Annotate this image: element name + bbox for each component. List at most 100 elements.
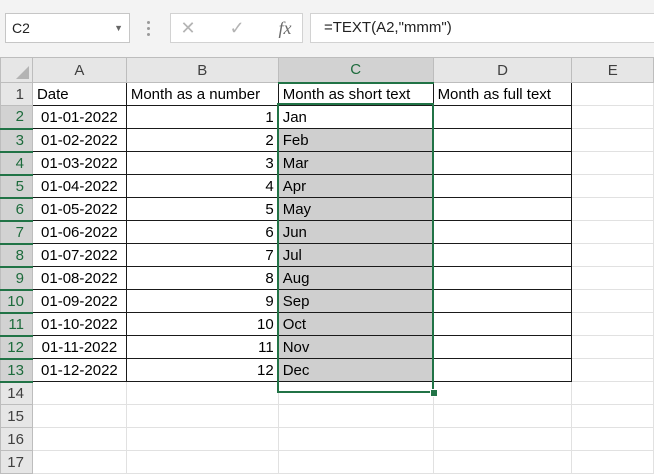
row-header[interactable]: 17 — [0, 450, 33, 474]
row-header[interactable]: 10 — [0, 289, 33, 314]
cell[interactable] — [432, 381, 573, 405]
row-header[interactable]: 5 — [0, 174, 33, 199]
date-cell[interactable]: 01-01-2022 — [31, 105, 127, 129]
name-box-dropdown-icon[interactable]: ▼ — [114, 14, 123, 42]
column-header-b[interactable]: B — [125, 57, 279, 83]
full-text-cell[interactable] — [432, 197, 573, 221]
date-cell[interactable]: 01-11-2022 — [31, 335, 127, 359]
cell[interactable] — [31, 404, 127, 428]
cell[interactable] — [571, 312, 654, 336]
cell[interactable] — [277, 381, 434, 405]
date-cell[interactable]: 01-06-2022 — [31, 220, 127, 244]
full-text-cell[interactable] — [432, 174, 573, 198]
cell[interactable] — [571, 266, 654, 290]
row-header[interactable]: 15 — [0, 404, 33, 428]
month-number-cell[interactable]: 11 — [125, 335, 279, 359]
row-header[interactable]: 2 — [0, 105, 33, 130]
name-box[interactable]: C2 ▼ — [5, 13, 130, 43]
cell[interactable] — [31, 381, 127, 405]
full-text-cell[interactable] — [432, 243, 573, 267]
cell[interactable] — [432, 404, 573, 428]
short-text-cell[interactable]: Feb — [277, 128, 434, 152]
cell[interactable] — [31, 427, 127, 451]
full-text-cell[interactable] — [432, 312, 573, 336]
full-text-cell[interactable] — [432, 289, 573, 313]
full-text-cell[interactable] — [432, 358, 573, 382]
date-cell[interactable]: 01-04-2022 — [31, 174, 127, 198]
short-text-cell[interactable]: Jul — [277, 243, 434, 267]
row-header[interactable]: 14 — [0, 381, 33, 405]
row-header[interactable]: 8 — [0, 243, 33, 268]
cell[interactable] — [571, 128, 654, 152]
cell[interactable] — [571, 427, 654, 451]
row-header[interactable]: 11 — [0, 312, 33, 337]
cell[interactable] — [571, 243, 654, 267]
row-header[interactable]: 12 — [0, 335, 33, 360]
column-header-a[interactable]: A — [31, 57, 127, 83]
enter-icon[interactable]: ✓ — [222, 14, 252, 42]
date-cell[interactable]: 01-02-2022 — [31, 128, 127, 152]
cell[interactable] — [571, 381, 654, 405]
full-text-cell[interactable] — [432, 266, 573, 290]
cell[interactable] — [571, 335, 654, 359]
cell[interactable] — [571, 174, 654, 198]
formula-input[interactable]: =TEXT(A2,"mmm") — [310, 13, 654, 43]
short-text-cell[interactable]: Jun — [277, 220, 434, 244]
full-text-cell[interactable] — [432, 128, 573, 152]
cell[interactable] — [571, 450, 654, 474]
short-text-cell[interactable]: May — [277, 197, 434, 221]
short-text-cell[interactable]: Apr — [277, 174, 434, 198]
short-text-cell[interactable]: Dec — [277, 358, 434, 382]
date-cell[interactable]: 01-08-2022 — [31, 266, 127, 290]
row-header[interactable]: 3 — [0, 128, 33, 153]
cell[interactable] — [432, 427, 573, 451]
cell[interactable] — [125, 427, 279, 451]
cell[interactable] — [125, 450, 279, 474]
cancel-icon[interactable]: ✕ — [173, 14, 203, 42]
month-number-cell[interactable]: 9 — [125, 289, 279, 313]
cell[interactable] — [31, 450, 127, 474]
short-text-cell[interactable]: Aug — [277, 266, 434, 290]
short-text-cell[interactable]: Jan — [277, 105, 434, 129]
date-cell[interactable]: 01-09-2022 — [31, 289, 127, 313]
cell[interactable] — [571, 404, 654, 428]
full-text-cell[interactable] — [432, 105, 573, 129]
short-text-cell[interactable]: Nov — [277, 335, 434, 359]
month-number-cell[interactable]: 4 — [125, 174, 279, 198]
row-header[interactable]: 6 — [0, 197, 33, 222]
cell[interactable] — [277, 404, 434, 428]
date-cell[interactable]: 01-07-2022 — [31, 243, 127, 267]
date-cell[interactable]: 01-05-2022 — [31, 197, 127, 221]
month-number-cell[interactable]: 10 — [125, 312, 279, 336]
row-header[interactable]: 7 — [0, 220, 33, 245]
cell[interactable] — [571, 220, 654, 244]
column-header-e[interactable]: E — [571, 57, 654, 83]
month-number-cell[interactable]: 3 — [125, 151, 279, 175]
cell[interactable] — [571, 358, 654, 382]
cell[interactable] — [432, 450, 573, 474]
month-number-cell[interactable]: 12 — [125, 358, 279, 382]
cell[interactable] — [277, 450, 434, 474]
short-text-cell[interactable]: Oct — [277, 312, 434, 336]
full-text-cell[interactable] — [432, 151, 573, 175]
short-text-cell[interactable]: Sep — [277, 289, 434, 313]
column-header-d[interactable]: D — [432, 57, 573, 83]
header-cell-short-text[interactable]: Month as short text — [277, 82, 434, 106]
cell[interactable] — [571, 82, 654, 106]
select-all-corner[interactable] — [0, 57, 33, 83]
cell[interactable] — [571, 105, 654, 129]
cell[interactable] — [277, 427, 434, 451]
month-number-cell[interactable]: 1 — [125, 105, 279, 129]
fill-handle[interactable] — [430, 389, 438, 397]
row-header[interactable]: 4 — [0, 151, 33, 176]
month-number-cell[interactable]: 7 — [125, 243, 279, 267]
month-number-cell[interactable]: 2 — [125, 128, 279, 152]
full-text-cell[interactable] — [432, 220, 573, 244]
cell[interactable] — [125, 381, 279, 405]
date-cell[interactable]: 01-12-2022 — [31, 358, 127, 382]
date-cell[interactable]: 01-03-2022 — [31, 151, 127, 175]
month-number-cell[interactable]: 8 — [125, 266, 279, 290]
cell[interactable] — [125, 404, 279, 428]
short-text-cell[interactable]: Mar — [277, 151, 434, 175]
header-cell-full-text[interactable]: Month as full text — [432, 82, 573, 106]
